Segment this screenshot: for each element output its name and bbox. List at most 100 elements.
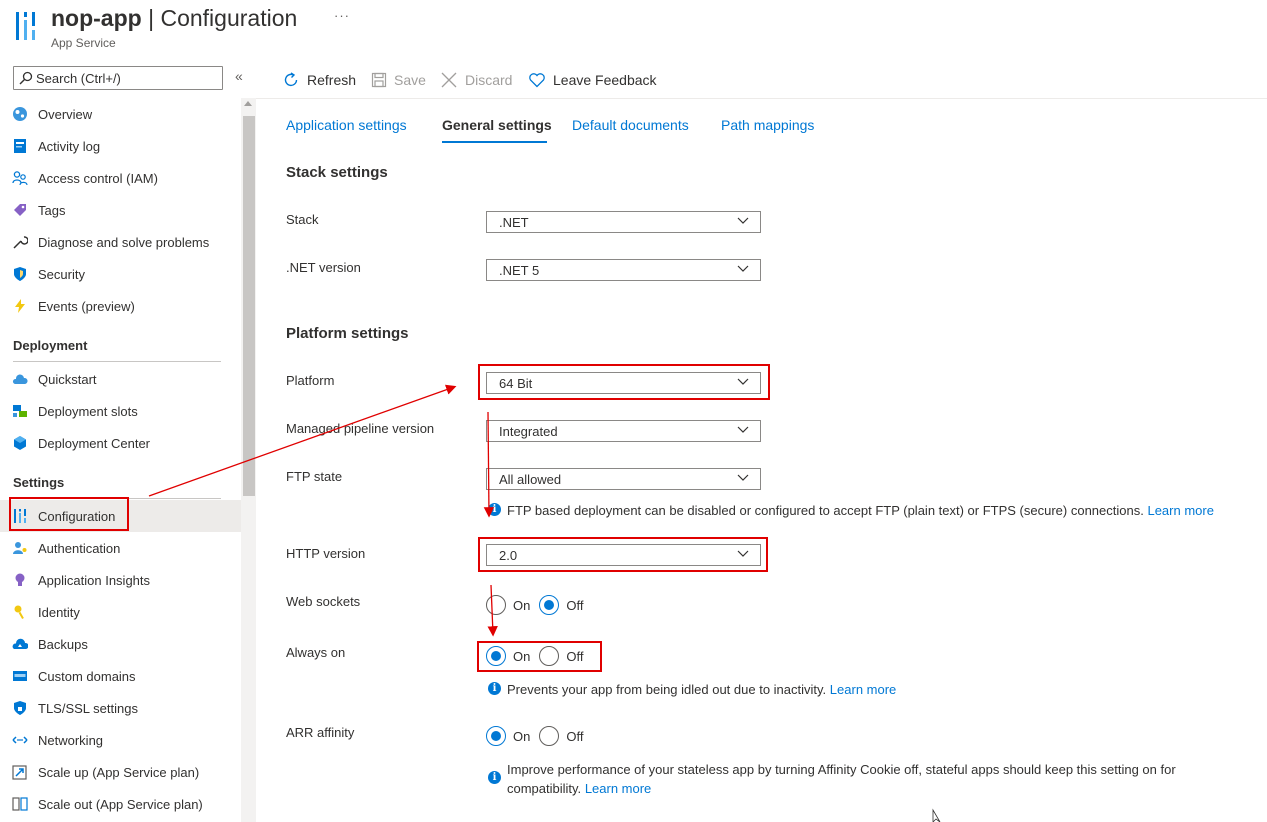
http-version-label: HTTP version xyxy=(286,546,366,561)
person-key-icon xyxy=(13,542,27,554)
sidebar-item-scale-up[interactable]: Scale up (App Service plan) xyxy=(0,756,241,788)
ftp-state-label: FTP state xyxy=(286,469,343,484)
dotnet-version-label: .NET version xyxy=(286,260,361,275)
heart-icon xyxy=(529,73,545,88)
sidebar-item-networking[interactable]: Networking xyxy=(0,724,241,756)
domain-icon xyxy=(13,671,27,681)
pipeline-dropdown[interactable]: Integrated xyxy=(486,420,761,442)
arr-info-line1: Improve performance of your stateless ap… xyxy=(507,762,1176,777)
key-icon xyxy=(14,605,24,619)
chevron-down-icon xyxy=(737,265,749,272)
tab-general-settings[interactable]: General settings xyxy=(442,117,552,133)
radio-label-on: On xyxy=(513,728,531,744)
bulb-icon xyxy=(15,573,25,586)
toolbar-divider xyxy=(256,98,1267,99)
dotnet-version-value: .NET 5 xyxy=(499,263,540,278)
sidebar-item-deployment-center[interactable]: Deployment Center xyxy=(0,427,241,459)
stack-dropdown[interactable]: .NET xyxy=(486,211,761,233)
section-settings: Settings xyxy=(13,475,65,490)
web-sockets-label: Web sockets xyxy=(286,594,361,609)
scroll-up-arrow-icon[interactable] xyxy=(244,101,252,106)
sidebar-item-access-control[interactable]: Access control (IAM) xyxy=(0,162,241,194)
sidebar-scroll-thumb[interactable] xyxy=(243,116,255,496)
more-options-button[interactable]: ··· xyxy=(334,8,350,23)
tab-default-documents[interactable]: Default documents xyxy=(572,117,689,133)
sidebar-item-tags[interactable]: Tags xyxy=(0,194,241,226)
tab-application-settings[interactable]: Application settings xyxy=(286,117,407,133)
cube-icon xyxy=(14,436,26,450)
pipeline-label: Managed pipeline version xyxy=(286,421,435,436)
arr-affinity-off-radio[interactable] xyxy=(539,726,560,746)
log-icon xyxy=(14,139,26,153)
web-sockets-radio-group: On Off xyxy=(486,595,592,615)
stack-value: .NET xyxy=(499,215,529,230)
discard-button[interactable]: Discard xyxy=(440,70,512,90)
stack-label: Stack xyxy=(286,212,319,227)
page-header: nop-app | Configuration App Service ··· xyxy=(0,0,1267,60)
arr-affinity-on-radio[interactable] xyxy=(486,726,506,746)
shield-icon xyxy=(14,267,26,281)
resource-type: App Service xyxy=(51,36,116,50)
close-icon xyxy=(441,72,457,88)
leave-feedback-button[interactable]: Leave Feedback xyxy=(528,70,657,90)
stack-settings-heading: Stack settings xyxy=(286,164,388,181)
sidebar-item-label: Custom domains xyxy=(38,668,136,684)
sidebar-item-diagnose[interactable]: Diagnose and solve problems xyxy=(0,226,241,258)
save-icon xyxy=(371,72,387,88)
refresh-button[interactable]: Refresh xyxy=(282,70,356,90)
section-divider xyxy=(13,361,221,362)
sidebar-item-security[interactable]: Security xyxy=(0,258,241,290)
ftp-info-text: FTP based deployment can be disabled or … xyxy=(507,501,1214,520)
radio-label-off: Off xyxy=(566,728,584,744)
ftp-state-dropdown[interactable]: All allowed xyxy=(486,468,761,490)
pipeline-value: Integrated xyxy=(499,424,558,439)
learn-more-link[interactable]: Learn more xyxy=(830,682,896,697)
sidebar-item-custom-domains[interactable]: Custom domains xyxy=(0,660,241,692)
learn-more-link[interactable]: Learn more xyxy=(1147,503,1213,518)
sidebar-item-identity[interactable]: Identity xyxy=(0,596,241,628)
wrench-icon xyxy=(13,236,28,249)
refresh-label: Refresh xyxy=(307,72,357,88)
web-sockets-on-radio[interactable] xyxy=(486,595,506,615)
sidebar-item-label: Scale up (App Service plan) xyxy=(38,764,200,780)
globe-icon xyxy=(13,107,27,121)
lightning-icon xyxy=(15,299,25,313)
web-sockets-off-radio[interactable] xyxy=(539,595,560,615)
sidebar-item-label: Tags xyxy=(38,202,66,218)
title-separator: | xyxy=(148,5,155,31)
network-icon xyxy=(12,736,28,744)
sidebar-item-label: Activity log xyxy=(38,138,101,154)
configuration-logo-icon xyxy=(16,12,35,40)
save-label: Save xyxy=(394,72,426,88)
sidebar-item-events[interactable]: Events (preview) xyxy=(0,290,241,322)
sidebar-item-label: Deployment Center xyxy=(38,435,150,451)
app-name: nop-app xyxy=(51,5,142,31)
annotation-box-configuration xyxy=(9,497,129,531)
sidebar-item-scale-out[interactable]: Scale out (App Service plan) xyxy=(0,788,241,820)
collapse-sidebar-button[interactable]: « xyxy=(235,68,243,84)
sidebar-item-label: Deployment slots xyxy=(38,403,138,419)
radio-label-on: On xyxy=(513,597,531,613)
sidebar-item-backups[interactable]: Backups xyxy=(0,628,241,660)
sidebar-item-activity-log[interactable]: Activity log xyxy=(0,130,241,162)
sidebar-item-overview[interactable]: Overview xyxy=(0,98,241,130)
mouse-cursor-icon xyxy=(932,808,941,822)
sidebar-item-deployment-slots[interactable]: Deployment slots xyxy=(0,395,241,427)
sidebar-item-label: Events (preview) xyxy=(38,298,135,314)
arr-affinity-radio-group: On Off xyxy=(486,726,592,746)
dotnet-version-dropdown[interactable]: .NET 5 xyxy=(486,259,761,281)
tab-path-mappings[interactable]: Path mappings xyxy=(721,117,814,133)
sidebar-item-application-insights[interactable]: Application Insights xyxy=(0,564,241,596)
sidebar-item-tls-ssl[interactable]: TLS/SSL settings xyxy=(0,692,241,724)
save-button[interactable]: Save xyxy=(371,70,426,90)
sidebar-item-authentication[interactable]: Authentication xyxy=(0,532,241,564)
sidebar-search[interactable] xyxy=(13,66,223,90)
search-input[interactable] xyxy=(36,69,216,87)
learn-more-link[interactable]: Learn more xyxy=(585,781,651,796)
annotation-box-always-on xyxy=(477,641,602,672)
sidebar-item-quickstart[interactable]: Quickstart xyxy=(0,363,241,395)
chevron-down-icon xyxy=(737,426,749,433)
refresh-icon xyxy=(284,72,298,87)
info-icon: i xyxy=(488,682,501,695)
cloud-backup-icon xyxy=(12,638,28,649)
